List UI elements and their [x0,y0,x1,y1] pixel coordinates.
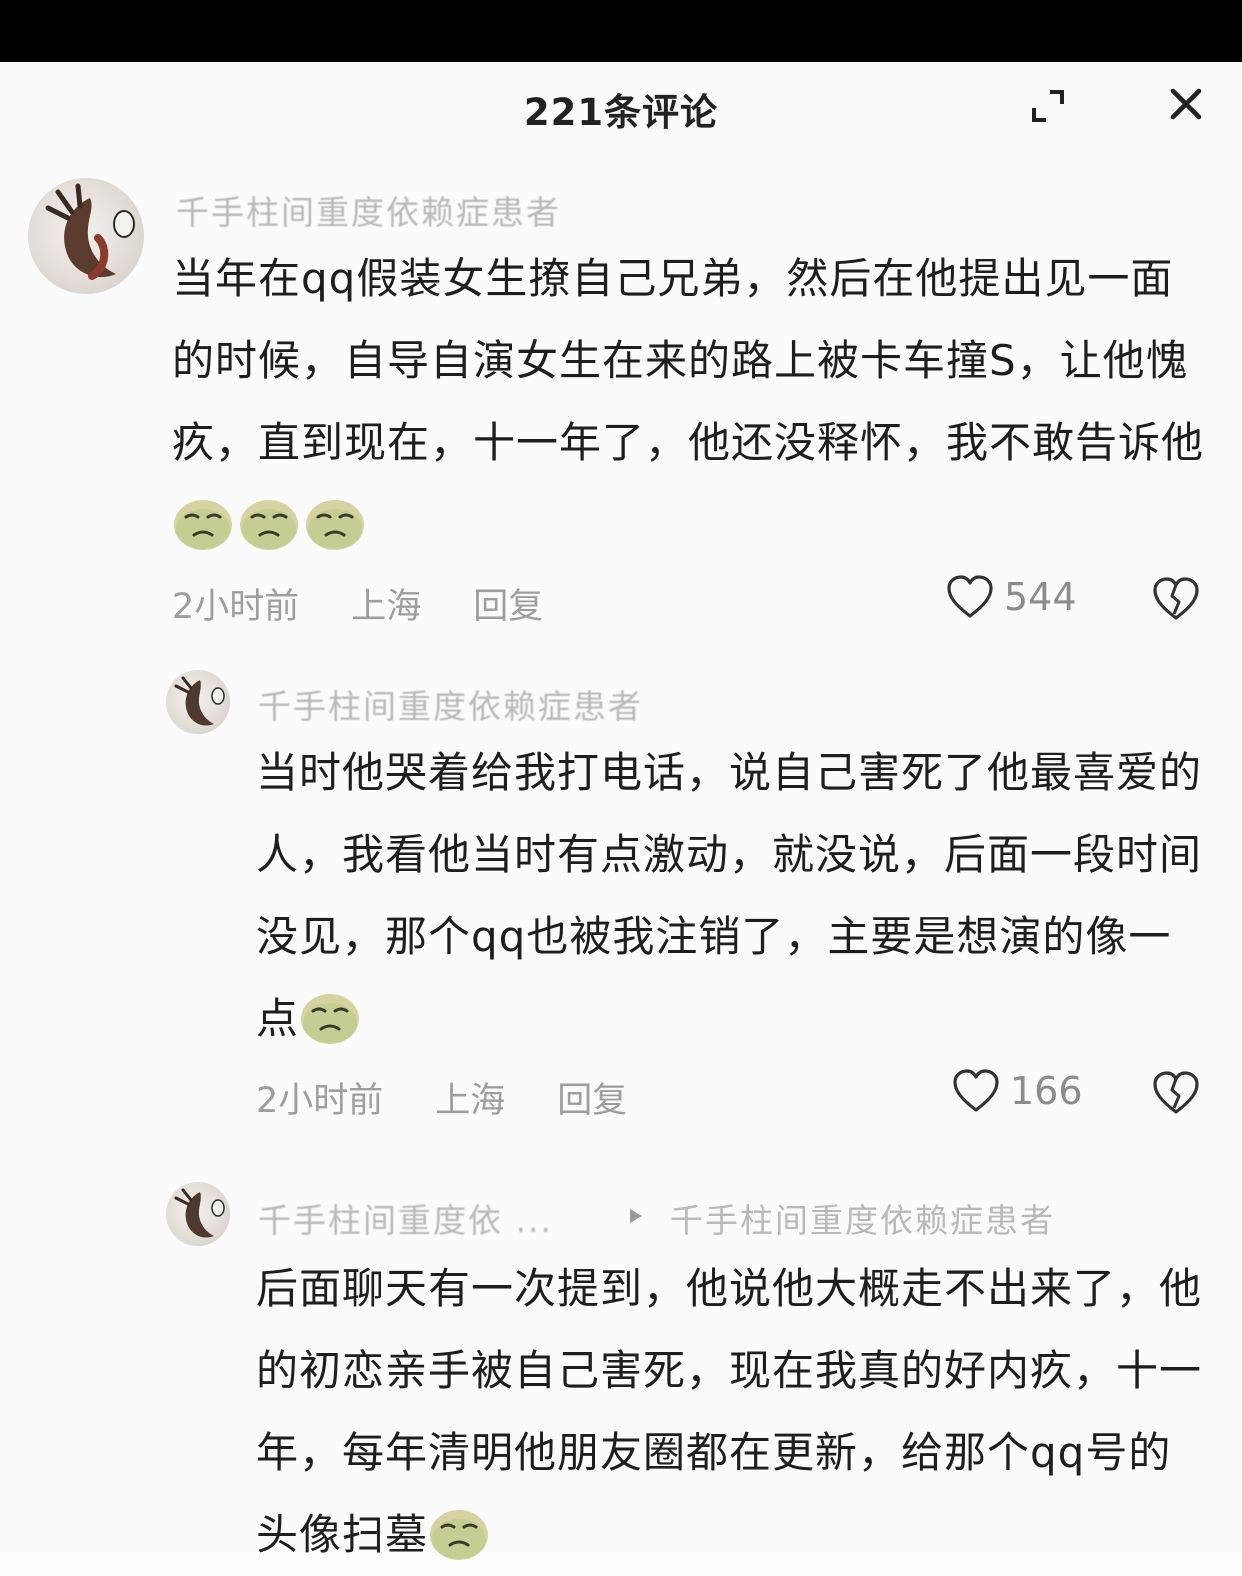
avatar[interactable] [166,1182,230,1246]
reply-button[interactable]: 回复 [557,1081,627,1121]
comment-text-content: 当时他哭着给我打电话，说自己害死了他最喜爱的人，我看他当时有点激动，就没说，后面… [256,748,1203,1043]
crying-face-emoji [172,495,234,551]
comment-text: 后面聊天有一次提到，他说他大概走不出来了，他的初恋亲手被自己害死，现在我真的好内… [256,1248,1206,1576]
avatar[interactable] [28,178,144,294]
crying-face-emoji [304,495,366,551]
heart-icon [953,1069,999,1112]
expand-icon[interactable] [1026,84,1070,128]
comment-username[interactable]: 千手柱间重度依 ... [258,1194,553,1242]
status-bar [0,0,1242,62]
comment-time: 2小时前 [256,1081,384,1121]
comment-text: 当时他哭着给我打电话，说自己害死了他最喜爱的人，我看他当时有点激动，就没说，后面… [256,732,1206,1060]
comment-location: 上海 [351,587,422,627]
comment-text: 当年在qq假装女生撩自己兄弟，然后在他提出见一面的时候，自导自演女生在来的路上被… [172,238,1212,566]
broken-heart-icon[interactable] [1152,1070,1200,1116]
reply-target-username[interactable]: 千手柱间重度依赖症患者 [670,1194,1055,1242]
like-button[interactable]: 166 [952,1068,1083,1114]
comment-text-content: 当年在qq假装女生撩自己兄弟，然后在他提出见一面的时候，自导自演女生在来的路上被… [172,254,1205,467]
like-count: 166 [1010,1069,1083,1113]
comment-meta: 2小时前 上海 回复 [172,578,543,629]
like-count: 544 [1004,575,1077,619]
like-button[interactable]: 544 [946,574,1077,620]
crying-face-emoji [428,1505,490,1561]
comment-text-content: 后面聊天有一次提到，他说他大概走不出来了，他的初恋亲手被自己害死，现在我真的好内… [256,1264,1203,1559]
avatar[interactable] [166,670,230,734]
comment-time: 2小时前 [172,587,300,627]
comment-username[interactable]: 千手柱间重度依赖症患者 [176,186,561,234]
reply-button[interactable]: 回复 [473,587,543,627]
close-icon[interactable] [1166,84,1206,124]
crying-face-emoji [299,989,361,1045]
broken-heart-icon[interactable] [1152,576,1200,622]
comment-meta: 2小时前 上海 回复 [256,1072,627,1123]
comment-username[interactable]: 千手柱间重度依赖症患者 [258,680,643,728]
comment-location: 上海 [435,1081,506,1121]
crying-face-emoji [238,495,300,551]
heart-icon [947,575,993,618]
reply-arrow-icon [626,1206,646,1226]
